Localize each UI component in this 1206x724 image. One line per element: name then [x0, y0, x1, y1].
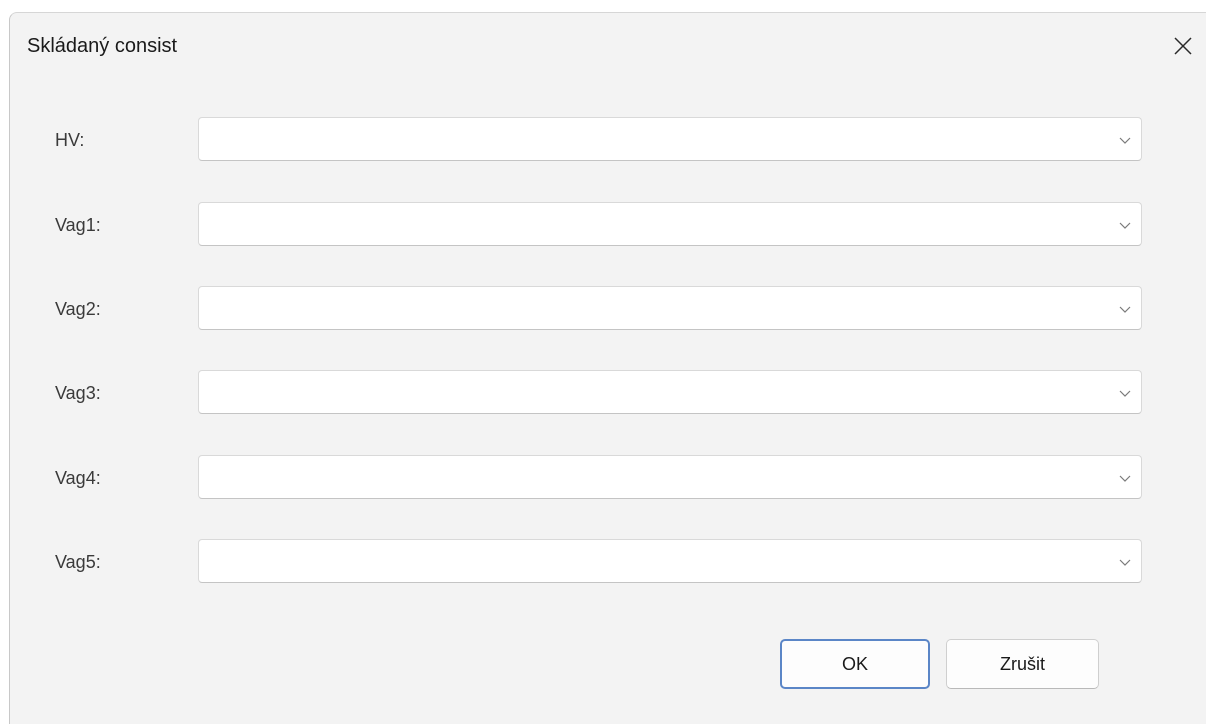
vag3-combobox[interactable] [198, 370, 1142, 414]
hv-combobox[interactable] [198, 117, 1142, 161]
close-icon [1174, 37, 1192, 55]
vag5-label: Vag5: [55, 552, 101, 572]
vag5-combobox[interactable] [198, 539, 1142, 583]
vag1-label: Vag1: [55, 215, 101, 235]
cancel-button[interactable]: Zrušit [946, 639, 1099, 689]
dialog-title: Skládaný consist [27, 35, 178, 57]
vag3-label: Vag3: [55, 383, 101, 403]
vag4-label: Vag4: [55, 468, 101, 488]
vag1-combobox[interactable] [198, 202, 1142, 246]
chevron-down-icon [1118, 133, 1132, 147]
form-row-vag1: Vag1: [10, 202, 1206, 248]
form-row-vag3: Vag3: [10, 370, 1206, 416]
dialog-window: Skládaný consist HV: Vag1: Vag2: Vag3: V… [9, 12, 1206, 724]
ok-button[interactable]: OK [780, 639, 930, 689]
vag2-combobox[interactable] [198, 286, 1142, 330]
chevron-down-icon [1118, 302, 1132, 316]
vag4-combobox[interactable] [198, 455, 1142, 499]
chevron-down-icon [1118, 218, 1132, 232]
form-row-vag4: Vag4: [10, 455, 1206, 501]
vag2-label: Vag2: [55, 299, 101, 319]
close-button[interactable] [1170, 33, 1196, 59]
form-row-hv: HV: [10, 117, 1206, 163]
chevron-down-icon [1118, 471, 1132, 485]
hv-label: HV: [55, 130, 85, 150]
title-bar: Skládaný consist [10, 13, 1206, 77]
chevron-down-icon [1118, 555, 1132, 569]
chevron-down-icon [1118, 386, 1132, 400]
form-row-vag5: Vag5: [10, 539, 1206, 585]
form-row-vag2: Vag2: [10, 286, 1206, 332]
